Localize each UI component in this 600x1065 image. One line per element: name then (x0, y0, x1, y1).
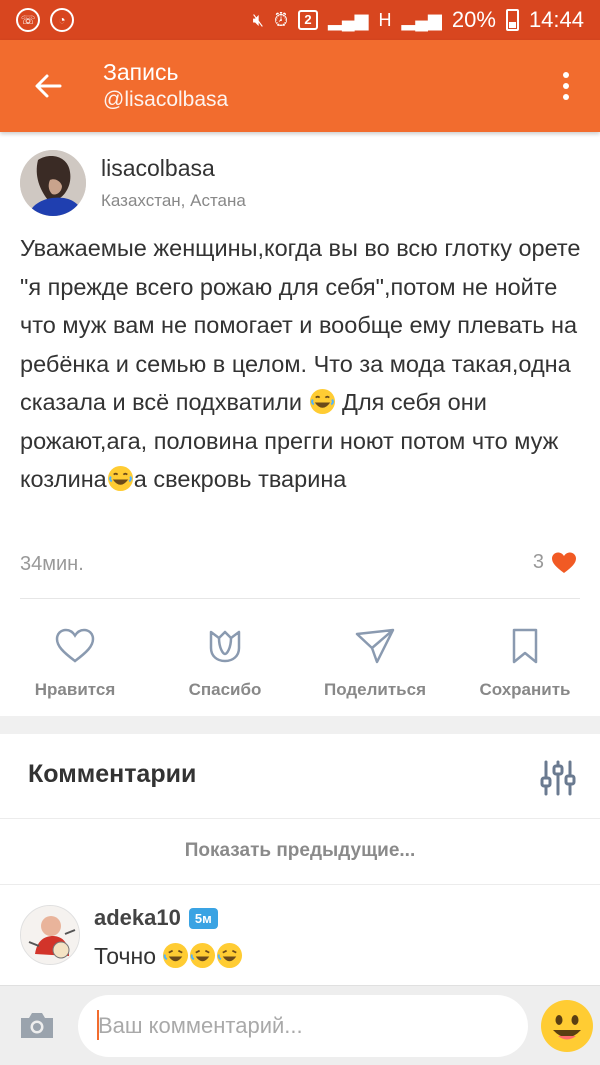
show-previous-link[interactable]: Показать предыдущие... (0, 840, 600, 862)
comments-title: Комментарии (28, 760, 197, 788)
comment-input[interactable] (78, 995, 528, 1057)
mute-icon: 🔇︎ (252, 9, 264, 30)
laughing-emoji-icon (309, 388, 335, 415)
paper-plane-icon (355, 628, 395, 664)
comment-avatar[interactable] (20, 905, 80, 965)
signal-icon-2: ▂▄▆ (401, 9, 442, 30)
clock: 14:44 (528, 7, 584, 32)
post-actions: Нравится Спасибо Поделиться Сохранить (0, 628, 600, 718)
sim-badge: 2 (297, 10, 318, 30)
rofl-emoji-icon (190, 942, 216, 969)
post-time: 34мин. (20, 553, 84, 575)
network-type: H (378, 9, 392, 30)
heart-icon (552, 552, 576, 573)
page-title: Запись (103, 59, 179, 85)
app-bar: Запись @lisacolbasa (0, 40, 600, 132)
rofl-emoji-icon (163, 942, 189, 969)
battery-percent: 20% (451, 7, 496, 32)
author-name[interactable]: lisacolbasa (101, 155, 215, 182)
likes-count: 3 (532, 551, 544, 573)
rofl-emoji-icon (217, 942, 243, 969)
comment-time-badge: 5м (188, 907, 218, 929)
save-button[interactable]: Сохранить (450, 628, 600, 700)
dot-icon (563, 72, 569, 78)
thanks-label: Спасибо (188, 680, 262, 699)
whatsapp-icon: ☏ (16, 8, 40, 32)
emoji-picker-button[interactable] (540, 999, 594, 1053)
author-location: Казахстан, Астана (101, 191, 246, 210)
section-separator (0, 716, 600, 734)
heart-outline-icon (55, 628, 95, 663)
flower-icon (209, 630, 241, 663)
arrow-left-icon (35, 74, 62, 98)
comment-input-bar (0, 985, 600, 1065)
share-button[interactable]: Поделиться (300, 628, 450, 700)
page-subtitle: @lisacolbasa (103, 88, 229, 111)
status-bar: ☏ ◔ 🔇︎ ⏰︎ 2 ▂▄▆ H ▂▄▆ 20% 14:44 (0, 0, 600, 40)
notification-app-icon: ◔ (50, 8, 74, 32)
divider (0, 884, 600, 885)
dot-icon (563, 94, 569, 100)
laughing-emoji-icon (107, 465, 133, 492)
text-cursor (97, 1010, 99, 1040)
comment-text-content: Точно (94, 943, 163, 969)
like-button[interactable]: Нравится (0, 628, 150, 700)
camera-button[interactable] (19, 1010, 55, 1044)
battery-icon (505, 9, 519, 31)
smiley-icon (541, 1000, 593, 1052)
share-label: Поделиться (323, 680, 427, 699)
post-text-part-1: Уважаемые женщины,когда вы во всю глотку… (20, 235, 581, 415)
author-avatar[interactable] (20, 150, 86, 216)
sliders-icon (540, 760, 576, 796)
signal-icon: ▂▄▆ (327, 9, 369, 30)
back-button[interactable] (28, 66, 68, 106)
avatar-photo-icon (20, 150, 86, 216)
post-text-part-3: а свекровь тварина (133, 466, 347, 492)
like-label: Нравится (34, 680, 116, 699)
bookmark-icon (512, 628, 538, 664)
comment-text: Точно (94, 942, 243, 970)
filter-button[interactable] (538, 758, 578, 798)
alarm-icon: ⏰︎ (273, 9, 288, 30)
avatar-cartoon-icon (21, 906, 79, 964)
likes-counter[interactable]: 3 (533, 551, 576, 574)
divider (20, 598, 580, 599)
dot-icon (563, 83, 569, 89)
save-label: Сохранить (479, 680, 571, 699)
post-text: Уважаемые женщины,когда вы во всю глотку… (20, 229, 585, 499)
divider (0, 818, 600, 819)
comment-author-row: adeka10 5м (94, 905, 218, 931)
thanks-button[interactable]: Спасибо (150, 628, 300, 700)
camera-icon (21, 1013, 53, 1038)
more-options-button[interactable] (548, 66, 584, 106)
comment-author[interactable]: adeka10 (94, 905, 181, 931)
